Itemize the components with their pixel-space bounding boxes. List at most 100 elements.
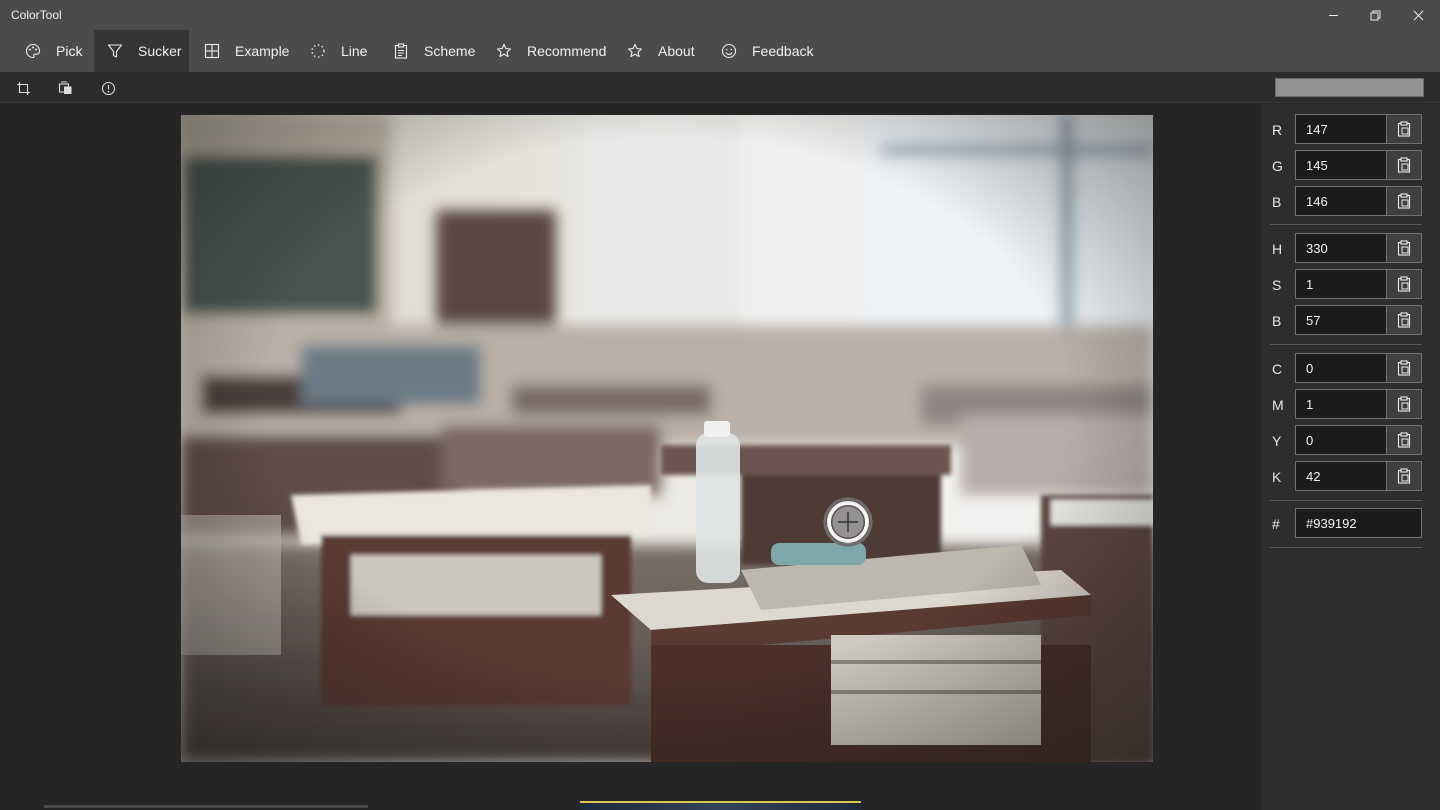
value-row-m: M [1261,389,1440,419]
tab-example[interactable]: Example [204,30,299,72]
star-icon [496,43,512,58]
value-row-k: K [1261,461,1440,491]
tab-about[interactable]: About [627,30,712,72]
value-row-g: G [1261,150,1440,180]
crop-button[interactable] [13,78,33,98]
close-button[interactable] [1397,0,1439,30]
app-title: ColorTool [11,8,62,22]
k-input[interactable] [1295,461,1387,491]
y-input[interactable] [1295,425,1387,455]
tab-example-label: Example [235,43,290,59]
tab-recommend[interactable]: Recommend [496,30,616,72]
b-input[interactable] [1295,186,1387,216]
copy-button[interactable] [1387,305,1422,335]
restore-button[interactable] [1354,0,1396,30]
main-nav: Pick Sucker Example Line Scheme Recommen… [0,30,1440,72]
clipboard-icon [1397,396,1411,412]
funnel-icon [107,44,123,58]
clipboard-icon [1397,240,1411,256]
copy-button[interactable] [1387,461,1422,491]
minimize-button[interactable] [1312,0,1354,30]
value-label: S [1272,277,1282,293]
h-input[interactable] [1295,233,1387,263]
grid-icon [204,43,220,59]
tab-line-label: Line [341,43,368,59]
value-row-r: R [1261,114,1440,144]
tab-scheme[interactable]: Scheme [393,30,488,72]
clipboard-icon [1397,121,1411,137]
divider [1270,547,1422,548]
copy-button[interactable] [1387,150,1422,180]
value-label: C [1272,361,1283,377]
clipboard-icon [1397,360,1411,376]
clipboard-icon [1397,432,1411,448]
brightness-input[interactable] [1295,305,1387,335]
value-row-hex: # [1261,508,1440,538]
classroom-photo[interactable] [181,115,1153,762]
tab-about-label: About [658,43,695,59]
value-row-y: Y [1261,425,1440,455]
value-label: # [1272,516,1280,532]
copy-button[interactable] [1387,233,1422,263]
copy-button[interactable] [1387,186,1422,216]
copy-button[interactable] [1387,389,1422,419]
copy-button[interactable] [1387,114,1422,144]
tab-scheme-label: Scheme [424,43,476,59]
value-label: R [1272,122,1283,138]
info-button[interactable] [98,78,118,98]
crop-icon [16,81,30,95]
info-icon [101,81,115,95]
tab-pick-label: Pick [56,43,83,59]
eyedropper-cursor-icon[interactable] [822,496,874,548]
divider [1270,224,1422,225]
tab-sucker-label: Sucker [138,43,182,59]
classroom-photo-image [181,115,1153,762]
value-row-brightness: B [1261,305,1440,335]
color-values-panel: R G B H S B C M Y [1261,104,1440,810]
divider [1270,344,1422,345]
screen-capture-icon [58,81,71,94]
clipboard-icon [1397,276,1411,292]
minimize-icon [1328,14,1338,16]
clipboard-icon [1397,312,1411,328]
value-row-h: H [1261,233,1440,263]
value-label: B [1272,194,1282,210]
s-input[interactable] [1295,269,1387,299]
clipboard-icon [1397,193,1411,209]
restore-icon [1370,10,1380,20]
value-label: G [1272,158,1283,174]
image-canvas[interactable] [0,104,1261,810]
value-label: M [1272,397,1284,413]
value-label: H [1272,241,1283,257]
image-thumbnail-strip[interactable] [580,801,861,810]
close-icon [1413,10,1423,20]
clipboard-icon [1397,468,1411,484]
tab-recommend-label: Recommend [527,43,607,59]
g-input[interactable] [1295,150,1387,180]
value-row-b: B [1261,186,1440,216]
horizontal-scrollbar[interactable] [44,805,368,808]
tab-pick[interactable]: Pick [0,30,94,72]
tab-feedback[interactable]: Feedback [721,30,831,72]
copy-button[interactable] [1387,425,1422,455]
divider [1270,500,1422,501]
r-input[interactable] [1295,114,1387,144]
title-bar: ColorTool [0,0,1440,30]
hex-input[interactable] [1295,508,1422,538]
m-input[interactable] [1295,389,1387,419]
toolbar [0,72,1440,103]
palette-icon [25,43,41,59]
c-input[interactable] [1295,353,1387,383]
tab-line[interactable]: Line [310,30,385,72]
tab-sucker[interactable]: Sucker [94,30,189,72]
picked-color-swatch [1275,78,1424,97]
screen-capture-button[interactable] [55,78,75,98]
value-label: K [1272,469,1282,485]
tab-feedback-label: Feedback [752,43,814,59]
clipboard-icon [1397,157,1411,173]
star-outline-icon [627,43,643,58]
value-row-s: S [1261,269,1440,299]
copy-button[interactable] [1387,353,1422,383]
copy-button[interactable] [1387,269,1422,299]
value-row-c: C [1261,353,1440,383]
